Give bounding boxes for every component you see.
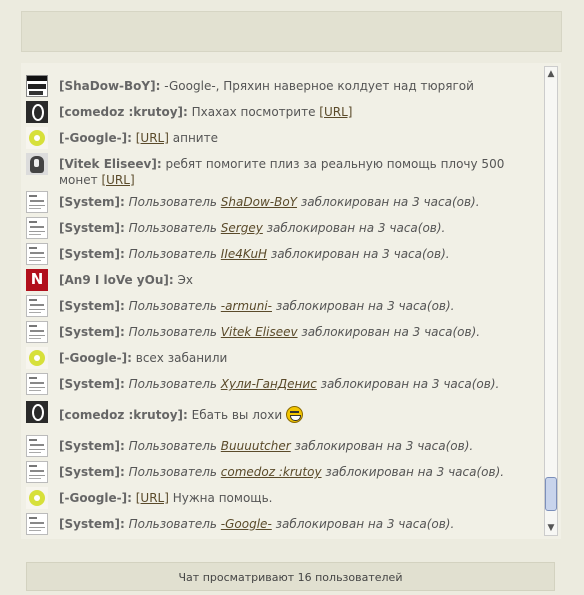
message-text: [ShaDow-BoY]: -Google-, Пряхин наверное … (59, 78, 529, 94)
message-author[interactable]: [System]: (59, 221, 125, 235)
message-text: [System]: Пользователь Sergey заблокиров… (59, 220, 529, 236)
message-body: Пхахах посмотрите (191, 105, 316, 119)
avatar (26, 153, 48, 175)
user-link[interactable]: Sergey (221, 221, 263, 235)
avatar (26, 373, 48, 395)
system-prefix: Пользователь (128, 195, 217, 209)
system-prefix: Пользователь (128, 247, 217, 261)
message-text: [comedoz :krutoy]: Пхахах посмотрите [UR… (59, 104, 529, 120)
url-link[interactable]: [URL] (136, 491, 169, 505)
scroll-up-icon[interactable]: ▲ (545, 67, 557, 81)
system-suffix: заблокирован на 3 часа(ов). (300, 195, 480, 209)
avatar (26, 295, 48, 317)
user-link[interactable]: IIe4KuH (221, 247, 267, 261)
message-text: [-Google-]: [URL] Нужна помощь. (59, 490, 529, 506)
avatar (26, 127, 48, 149)
url-link[interactable]: [URL] (101, 173, 134, 187)
message-author[interactable]: [ShaDow-BoY]: (59, 79, 160, 93)
message-author[interactable]: [Vitek Eliseev]: (59, 157, 162, 171)
message-author[interactable]: [An9 I loVe yOu]: (59, 273, 174, 287)
avatar (26, 75, 48, 97)
message-author[interactable]: [System]: (59, 247, 125, 261)
avatar (26, 347, 48, 369)
url-link[interactable]: [URL] (319, 105, 352, 119)
message-body: Ебать вы лохи (191, 408, 283, 422)
grinning-smiley-icon (285, 406, 303, 423)
avatar (26, 435, 48, 457)
message-text: [System]: Пользователь Vitek Eliseev заб… (59, 324, 529, 340)
avatar (26, 191, 48, 213)
message-author[interactable]: [-Google-]: (59, 491, 132, 505)
message-author[interactable]: [comedoz :krutoy]: (59, 105, 188, 119)
scrollbar-thumb[interactable] (545, 477, 557, 511)
avatar (26, 217, 48, 239)
system-suffix: заблокирован на 3 часа(ов). (275, 517, 455, 531)
avatar (26, 401, 48, 423)
viewers-count-text: Чат просматривают 16 пользователей (178, 571, 403, 584)
chat-header-panel (21, 11, 562, 52)
vertical-scrollbar[interactable]: ▲ ▼ (544, 66, 558, 536)
chat-messages-area[interactable]: [ShaDow-BoY]: -Google-, Пряхин наверное … (21, 63, 561, 539)
system-prefix: Пользователь (128, 465, 217, 479)
user-link[interactable]: -Google- (221, 517, 272, 531)
system-prefix: Пользователь (128, 299, 217, 313)
message-body: -Google-, Пряхин наверное колдует над тю… (164, 79, 474, 93)
system-suffix: заблокирован на 3 часа(ов). (275, 299, 455, 313)
system-prefix: Пользователь (128, 377, 217, 391)
chat-footer: Чат просматривают 16 пользователей (26, 562, 555, 591)
system-prefix: Пользователь (128, 221, 217, 235)
avatar (26, 321, 48, 343)
message-body: всех забанили (135, 351, 228, 365)
avatar (26, 101, 48, 123)
scroll-down-icon[interactable]: ▼ (545, 521, 557, 535)
message-author[interactable]: [System]: (59, 517, 125, 531)
avatar (26, 487, 48, 509)
system-suffix: заблокирован на 3 часа(ов). (266, 221, 446, 235)
system-suffix: заблокирован на 3 часа(ов). (325, 465, 505, 479)
message-text: [System]: Пользователь Хули-ГанДенис заб… (59, 376, 529, 392)
message-text: [System]: Пользователь -armuni- заблокир… (59, 298, 529, 314)
message-author[interactable]: [-Google-]: (59, 131, 132, 145)
message-body: Эх (177, 273, 193, 287)
avatar (26, 461, 48, 483)
message-text: [System]: Пользователь comedoz :krutoy з… (59, 464, 529, 480)
avatar (26, 513, 48, 535)
url-link[interactable]: [URL] (136, 131, 169, 145)
message-text: [Vitek Eliseev]: ребят помогите плиз за … (59, 156, 529, 188)
message-author[interactable]: [comedoz :krutoy]: (59, 408, 188, 422)
message-text: [comedoz :krutoy]: Ебать вы лохи (59, 406, 529, 423)
system-prefix: Пользователь (128, 325, 217, 339)
user-link[interactable]: Vitek Eliseev (221, 325, 298, 339)
avatar: N (26, 269, 48, 291)
message-text: [-Google-]: [URL] апните (59, 130, 529, 146)
message-text: [System]: Пользователь Buuuutcher заблок… (59, 438, 529, 454)
user-link[interactable]: ShaDow-BoY (221, 195, 297, 209)
avatar (26, 243, 48, 265)
message-text: [System]: Пользователь ShaDow-BoY заблок… (59, 194, 529, 210)
system-suffix: заблокирован на 3 часа(ов). (301, 325, 481, 339)
system-prefix: Пользователь (128, 517, 217, 531)
user-link[interactable]: Buuuutcher (221, 439, 291, 453)
user-link[interactable]: Хули-ГанДенис (221, 377, 317, 391)
message-text: [An9 I loVe yOu]: Эх (59, 272, 529, 288)
system-suffix: заблокирован на 3 часа(ов). (294, 439, 474, 453)
message-author[interactable]: [-Google-]: (59, 351, 132, 365)
message-author[interactable]: [System]: (59, 299, 125, 313)
message-text: [System]: Пользователь -Google- заблокир… (59, 516, 529, 532)
user-link[interactable]: comedoz :krutoy (221, 465, 322, 479)
user-link[interactable]: -armuni- (221, 299, 272, 313)
system-suffix: заблокирован на 3 часа(ов). (320, 377, 500, 391)
message-author[interactable]: [System]: (59, 465, 125, 479)
message-text: [-Google-]: всех забанили (59, 350, 529, 366)
system-prefix: Пользователь (128, 439, 217, 453)
message-author[interactable]: [System]: (59, 439, 125, 453)
message-text: [System]: Пользователь IIe4KuH заблокиро… (59, 246, 529, 262)
message-author[interactable]: [System]: (59, 377, 125, 391)
message-body: апните (172, 131, 218, 145)
system-suffix: заблокирован на 3 часа(ов). (270, 247, 450, 261)
message-body: Нужна помощь. (172, 491, 273, 505)
message-author[interactable]: [System]: (59, 325, 125, 339)
message-author[interactable]: [System]: (59, 195, 125, 209)
